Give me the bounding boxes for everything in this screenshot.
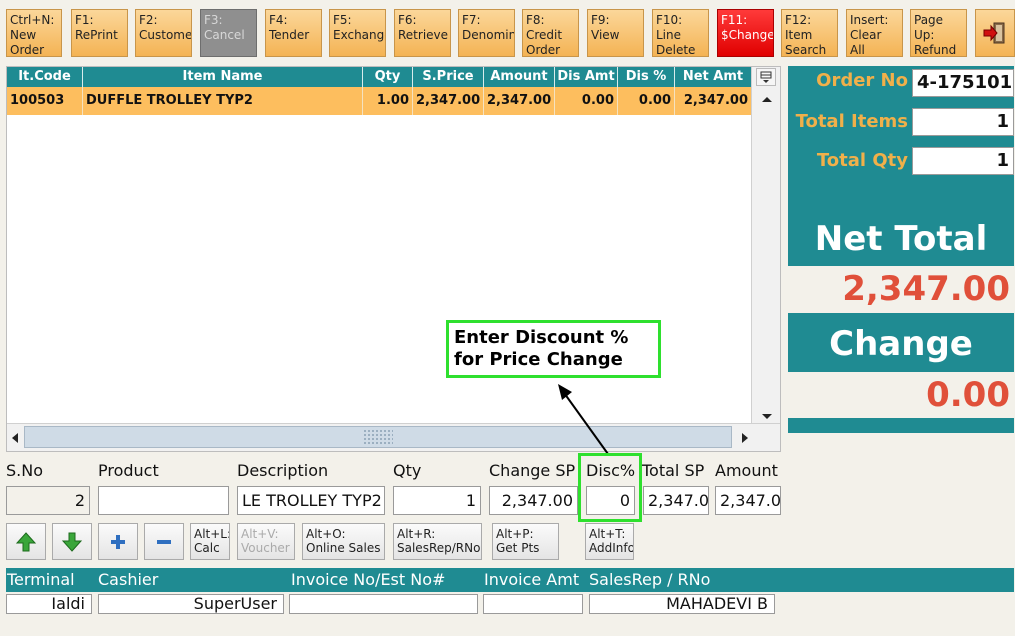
scroll-grip <box>363 429 393 445</box>
horizontal-scrollbar[interactable] <box>7 423 780 451</box>
total-items-field: 1 <box>912 108 1014 136</box>
invoice-no-field <box>289 594 478 614</box>
get-pts-button[interactable]: Alt+P: Get Pts <box>492 523 559 560</box>
change-sp-label: Change SP <box>489 461 576 480</box>
online-sales-button[interactable]: Alt+O: Online Sales <box>302 523 385 560</box>
product-label: Product <box>98 461 159 480</box>
col-header-item-name[interactable]: Item Name <box>83 67 363 87</box>
refund-button[interactable]: Page Up: Refund <box>910 9 967 57</box>
item-grid[interactable]: It.Code Item Name Qty S.Price Amount Dis… <box>6 66 781 452</box>
col-header-dis-amt[interactable]: Dis Amt <box>555 67 618 87</box>
amount-label: Amount <box>715 461 778 480</box>
column-chooser-button[interactable] <box>756 68 776 86</box>
table-row[interactable]: 100503 DUFFLE TROLLEY TYP2 1.00 2,347.00… <box>7 87 752 115</box>
order-summary-panel: Order No 4-175101 Total Items 1 Total Qt… <box>788 66 1014 433</box>
order-no-label: Order No <box>816 70 908 91</box>
cell-net-amt: 2,347.00 <box>675 87 752 115</box>
scroll-left-arrow-icon[interactable] <box>9 430 21 444</box>
net-total-label: Net Total <box>814 219 988 259</box>
new-order-button[interactable]: Ctrl+N: New Order <box>6 9 62 57</box>
grid-header: It.Code Item Name Qty S.Price Amount Dis… <box>7 67 752 87</box>
cashier-field: SuperUser <box>98 594 284 614</box>
invoice-amt-field <box>483 594 583 614</box>
col-header-itcode[interactable]: It.Code <box>7 67 83 87</box>
decrease-qty-button[interactable] <box>144 523 184 560</box>
col-header-net-amt[interactable]: Net Amt <box>675 67 752 87</box>
plus-icon <box>111 534 125 549</box>
qty-label: Qty <box>393 461 422 480</box>
salesrep-field: MAHADEVI B <box>589 594 775 614</box>
tender-button[interactable]: F4: Tender <box>265 9 322 57</box>
calc-button[interactable]: Alt+L: Calc <box>190 523 230 560</box>
total-sp-label: Total SP <box>642 461 705 480</box>
exit-button[interactable] <box>975 9 1015 57</box>
increase-qty-button[interactable] <box>98 523 138 560</box>
column-chooser-icon <box>760 71 772 83</box>
exit-icon <box>983 22 1005 44</box>
col-header-amount[interactable]: Amount <box>484 67 555 87</box>
scroll-right-arrow-icon[interactable] <box>739 430 751 444</box>
view-button[interactable]: F9: View <box>587 9 644 57</box>
scroll-down-arrow-icon[interactable] <box>760 407 774 419</box>
change-value: 0.00 <box>788 372 1014 418</box>
sales-rep-button[interactable]: Alt+R: SalesRep/RNo <box>393 523 482 560</box>
net-total-value: 2,347.00 <box>788 266 1014 313</box>
description-label: Description <box>237 461 329 480</box>
terminal-label: Terminal <box>7 570 75 589</box>
change-sp-input[interactable]: 2,347.00 <box>489 486 578 515</box>
sno-label: S.No <box>6 461 43 480</box>
arrow-up-icon <box>15 531 37 551</box>
total-sp-field: 2,347.00 <box>643 486 709 515</box>
salesrep-label: SalesRep / RNo <box>589 570 711 589</box>
exchange-button[interactable]: F5: Exchange <box>329 9 386 57</box>
product-input[interactable] <box>98 486 229 515</box>
terminal-field: Ialdi <box>6 594 92 614</box>
cell-dis-amt: 0.00 <box>555 87 618 115</box>
cancel-button[interactable]: F3: Cancel <box>200 9 257 57</box>
cell-qty: 1.00 <box>363 87 413 115</box>
amount-field: 2,347.00 <box>715 486 781 515</box>
total-items-label: Total Items <box>795 111 908 132</box>
cell-sprice: 2,347.00 <box>413 87 484 115</box>
col-header-sprice[interactable]: S.Price <box>413 67 484 87</box>
price-change-button[interactable]: F11: $Change <box>717 9 774 57</box>
item-search-button[interactable]: F12: Item Search <box>781 9 838 57</box>
invoice-amt-label: Invoice Amt <box>484 570 580 589</box>
total-qty-label: Total Qty <box>816 150 908 171</box>
discount-hint-callout: Enter Discount % for Price Change <box>446 320 661 378</box>
voucher-button[interactable]: Alt+V: Voucher <box>237 523 295 560</box>
order-no-field: 4-175101 <box>912 69 1014 97</box>
cell-amount: 2,347.00 <box>484 87 555 115</box>
vertical-scrollbar[interactable] <box>751 67 780 423</box>
total-qty-field: 1 <box>912 147 1014 175</box>
sno-field: 2 <box>6 486 90 515</box>
change-label: Change <box>829 324 973 364</box>
scroll-thumb[interactable] <box>24 426 732 448</box>
clear-all-button[interactable]: Insert: Clear All <box>846 9 903 57</box>
qty-input[interactable]: 1 <box>393 486 481 515</box>
cell-dis-pct: 0.00 <box>618 87 675 115</box>
add-info-button[interactable]: Alt+T: AddInfo <box>585 523 634 560</box>
line-delete-button[interactable]: F10: Line Delete <box>652 9 709 57</box>
move-up-button[interactable] <box>6 523 46 560</box>
denomination-button[interactable]: F7: Denomination <box>458 9 515 57</box>
description-field[interactable]: LE TROLLEY TYP2 <box>237 486 385 515</box>
cell-item-name: DUFFLE TROLLEY TYP2 <box>83 87 363 115</box>
arrow-down-icon <box>61 532 83 552</box>
minus-icon <box>157 539 171 544</box>
scroll-up-arrow-icon[interactable] <box>760 89 774 102</box>
move-down-button[interactable] <box>52 523 92 560</box>
cashier-label: Cashier <box>98 570 159 589</box>
cell-itcode: 100503 <box>7 87 83 115</box>
reprint-button[interactable]: F1: RePrint <box>71 9 128 57</box>
invoice-no-label: Invoice No/Est No# <box>291 570 446 589</box>
customer-button[interactable]: F2: Customer <box>135 9 192 57</box>
col-header-dis-pct[interactable]: Dis % <box>618 67 675 87</box>
col-header-qty[interactable]: Qty <box>363 67 413 87</box>
disc-pct-input[interactable]: 0 <box>586 486 635 515</box>
callout-arrow-icon <box>558 384 609 455</box>
credit-order-button[interactable]: F8: Credit Order <box>522 9 579 57</box>
retrieve-button[interactable]: F6: Retrieve <box>394 9 451 57</box>
